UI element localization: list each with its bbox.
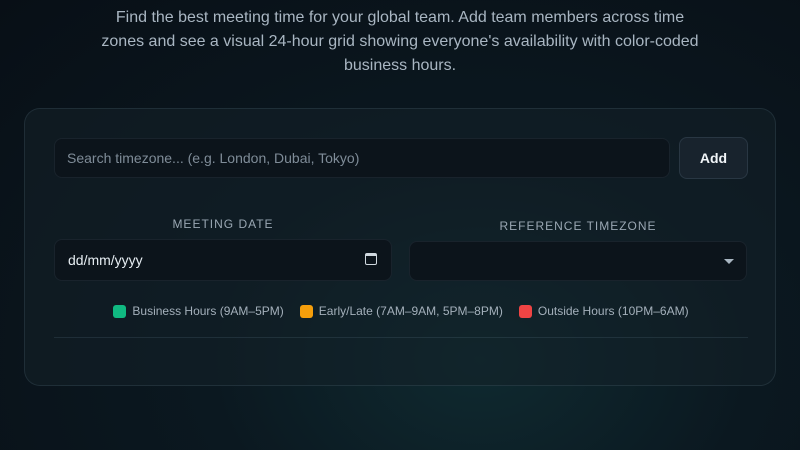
meeting-date-value: dd/mm/yyyy xyxy=(68,252,143,268)
reference-timezone-select[interactable] xyxy=(409,241,747,281)
availability-legend: Business Hours (9AM–5PM) Early/Late (7AM… xyxy=(54,303,748,319)
legend-label: Early/Late (7AM–9AM, 5PM–8PM) xyxy=(318,304,503,318)
timezone-search-input[interactable] xyxy=(54,138,670,178)
add-timezone-button[interactable]: Add xyxy=(679,137,748,179)
legend-item-early-late: Early/Late (7AM–9AM, 5PM–8PM) xyxy=(299,303,503,319)
intro-description: Find the best meeting time for your glob… xyxy=(101,9,699,74)
meeting-date-label: MEETING DATE xyxy=(172,217,274,231)
legend-swatch xyxy=(299,304,313,318)
meeting-date-input[interactable]: dd/mm/yyyy xyxy=(54,239,392,281)
legend-label: Outside Hours (10PM–6AM) xyxy=(537,304,689,318)
section-divider xyxy=(54,337,748,338)
legend-swatch xyxy=(113,304,127,318)
calendar-icon[interactable] xyxy=(365,253,377,265)
legend-item-outside: Outside Hours (10PM–6AM) xyxy=(518,303,689,319)
search-row: Add xyxy=(54,137,748,179)
legend-label: Business Hours (9AM–5PM) xyxy=(132,304,284,318)
legend-item-business: Business Hours (9AM–5PM) xyxy=(113,303,284,319)
scheduler-card: Add MEETING DATE dd/mm/yyyy REFERENCE TI… xyxy=(24,108,776,386)
legend-swatch xyxy=(518,304,532,318)
chevron-down-icon xyxy=(724,259,734,264)
reference-timezone-label: REFERENCE TIMEZONE xyxy=(499,219,657,233)
